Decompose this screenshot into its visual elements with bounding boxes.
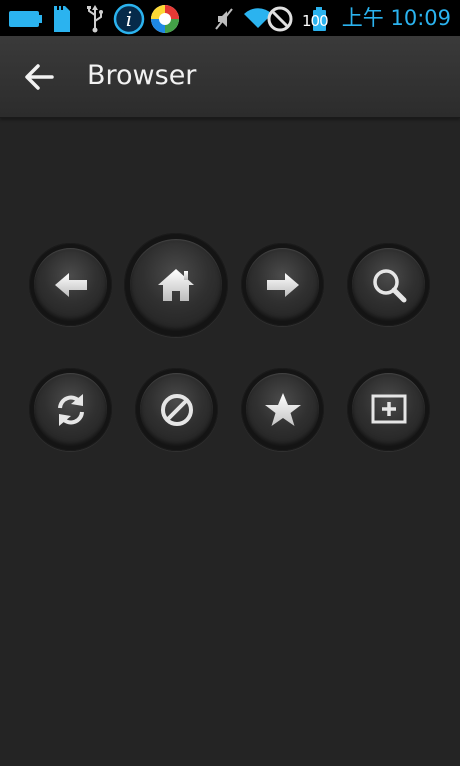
refresh-button[interactable]: [29, 368, 112, 451]
action-bar: Browser: [0, 36, 460, 118]
star-icon: [264, 392, 301, 426]
browser-remote-screen: i 100 上午 10:09 Browser: [0, 0, 460, 766]
arrow-right-icon: [266, 272, 299, 297]
home-button[interactable]: [124, 233, 228, 337]
bookmark-button[interactable]: [241, 368, 324, 451]
info-icon: i: [113, 3, 145, 35]
search-icon: [372, 268, 406, 302]
battery-icon: 100: [302, 6, 330, 32]
battery-level: 100: [302, 12, 329, 30]
add-tab-icon: [371, 394, 406, 423]
status-bar: i 100 上午 10:09: [0, 0, 460, 36]
new-tab-button[interactable]: [347, 368, 430, 451]
app-circle-icon: [151, 5, 179, 33]
usb-icon: [87, 5, 103, 33]
svg-text:i: i: [126, 7, 132, 31]
stop-button[interactable]: [135, 368, 218, 451]
back-button[interactable]: [29, 243, 112, 326]
arrow-left-icon[interactable]: [22, 62, 56, 92]
status-time: 上午 10:09: [341, 6, 451, 30]
page-title: Browser: [87, 60, 197, 91]
mute-icon: [215, 8, 233, 30]
sd-card-icon: [54, 6, 70, 32]
battery-full-icon: [9, 11, 42, 27]
stop-icon: [160, 393, 193, 426]
arrow-left-icon: [54, 272, 87, 297]
home-icon: [158, 269, 194, 301]
forward-button[interactable]: [241, 243, 324, 326]
search-button[interactable]: [347, 243, 430, 326]
blocked-icon: [267, 6, 293, 32]
refresh-icon: [57, 393, 84, 426]
